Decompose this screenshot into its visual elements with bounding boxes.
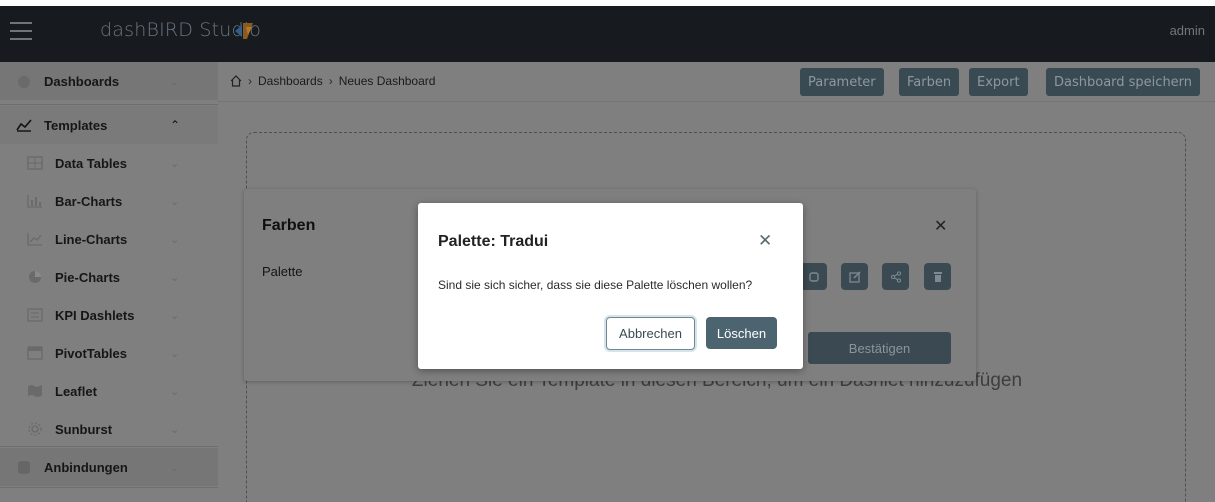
pivot-table-icon — [27, 346, 43, 360]
chevron-down-icon: ⌄ — [170, 271, 180, 284]
sidebar: Dashboards ⌄ Templates ⌃ Data Tables ⌄ B… — [0, 62, 218, 502]
sidebar-item-kpi-dashlets[interactable]: KPI Dashlets ⌄ — [0, 296, 218, 334]
breadcrumb-item-dashboards[interactable]: Dashboards — [258, 74, 323, 88]
delete-palette-button[interactable] — [924, 263, 951, 290]
close-icon[interactable]: ✕ — [934, 216, 947, 236]
chevron-down-icon: ⌄ — [170, 461, 180, 474]
top-strip — [0, 0, 1215, 6]
sidebar-item-label: Pie-Charts — [55, 269, 121, 285]
bestaetigen-button[interactable]: Bestätigen — [808, 332, 951, 364]
sidebar-item-label: PivotTables — [55, 345, 128, 361]
parameter-button[interactable]: Parameter — [800, 68, 884, 96]
sidebar-item-sunburst[interactable]: Sunburst ⌄ — [0, 410, 218, 448]
line-chart-icon — [16, 119, 32, 132]
chevron-down-icon: ⌄ — [170, 347, 180, 360]
sidebar-item-data-tables[interactable]: Data Tables ⌄ — [0, 144, 218, 182]
kpi-icon — [27, 308, 43, 322]
farben-dialog-title: Farben — [262, 217, 316, 234]
delete-button[interactable]: Löschen — [706, 317, 777, 349]
save-dashboard-button[interactable]: Dashboard speichern — [1046, 68, 1201, 96]
breadcrumb-bar: › Dashboards › Neues Dashboard Parameter… — [218, 62, 1215, 102]
sidebar-item-leaflet[interactable]: Leaflet ⌄ — [0, 372, 218, 410]
sidebar-item-templates[interactable]: Templates ⌃ — [0, 106, 218, 144]
breadcrumb-separator: › — [248, 74, 252, 88]
chevron-down-icon: ⌄ — [170, 75, 180, 88]
chevron-down-icon: ⌄ — [170, 423, 180, 436]
share-palette-button[interactable] — [882, 263, 909, 290]
copy-icon — [808, 271, 819, 282]
sidebar-item-label: Dashboards — [44, 73, 120, 89]
modal-title: Palette: Tradui — [438, 233, 549, 250]
brand-logo-icon — [235, 23, 253, 39]
breadcrumb: › Dashboards › Neues Dashboard — [230, 74, 435, 88]
sidebar-item-pivot-tables[interactable]: PivotTables ⌄ — [0, 334, 218, 372]
edit-palette-button[interactable] — [841, 263, 868, 290]
copy-palette-button[interactable] — [800, 263, 827, 290]
sidebar-divider — [0, 487, 218, 488]
sidebar-item-label: Leaflet — [55, 383, 97, 399]
cancel-button[interactable]: Abbrechen — [606, 317, 695, 350]
edit-icon — [848, 270, 861, 283]
sidebar-item-label: Templates — [44, 117, 108, 133]
hamburger-menu-icon[interactable] — [10, 22, 32, 42]
sidebar-item-label: KPI Dashlets — [55, 307, 135, 323]
sidebar-divider — [0, 104, 218, 105]
sidebar-item-line-charts[interactable]: Line-Charts ⌄ — [0, 220, 218, 258]
export-button[interactable]: Export — [969, 68, 1028, 96]
sidebar-item-label: Bar-Charts — [55, 193, 123, 209]
sidebar-item-label: Anbindungen — [44, 459, 128, 475]
sidebar-item-pie-charts[interactable]: Pie-Charts ⌄ — [0, 258, 218, 296]
chevron-up-icon: ⌃ — [170, 118, 181, 132]
home-icon[interactable] — [230, 75, 242, 87]
line-chart-icon — [27, 233, 42, 246]
close-icon[interactable]: ✕ — [758, 231, 772, 251]
table-icon — [27, 156, 43, 170]
top-bar: dashBIRD Studio admin — [0, 0, 1215, 62]
sidebar-item-dashboards[interactable]: Dashboards ⌄ — [0, 62, 218, 100]
map-icon — [28, 385, 42, 397]
database-icon — [18, 461, 30, 474]
delete-palette-modal: Palette: Tradui ✕ Sind sie sich sicher, … — [418, 203, 803, 369]
breadcrumb-separator: › — [328, 74, 333, 88]
sidebar-divider — [0, 446, 218, 447]
user-name[interactable]: admin — [1170, 23, 1205, 38]
chevron-down-icon: ⌄ — [170, 157, 180, 170]
sidebar-item-label: Line-Charts — [55, 231, 128, 247]
sidebar-item-label: Sunburst — [55, 421, 113, 437]
chevron-down-icon: ⌄ — [170, 385, 180, 398]
pie-chart-icon — [29, 271, 41, 283]
sidebar-item-label: Data Tables — [55, 155, 128, 171]
modal-message: Sind sie sich sicher, dass sie diese Pal… — [438, 278, 753, 292]
sidebar-item-bar-charts[interactable]: Bar-Charts ⌄ — [0, 182, 218, 220]
breadcrumb-item-current: Neues Dashboard — [338, 74, 436, 88]
sidebar-item-anbindungen[interactable]: Anbindungen ⌄ — [0, 448, 218, 486]
chevron-down-icon: ⌄ — [170, 309, 180, 322]
chevron-down-icon: ⌄ — [170, 195, 180, 208]
trash-icon — [933, 271, 942, 282]
dashboard-icon — [18, 76, 30, 88]
bar-chart-icon — [27, 195, 42, 208]
farben-button[interactable]: Farben — [899, 68, 960, 96]
share-icon — [890, 270, 901, 283]
sunburst-icon — [28, 422, 42, 436]
chevron-down-icon: ⌄ — [170, 233, 180, 246]
palette-label: Palette — [262, 264, 303, 279]
